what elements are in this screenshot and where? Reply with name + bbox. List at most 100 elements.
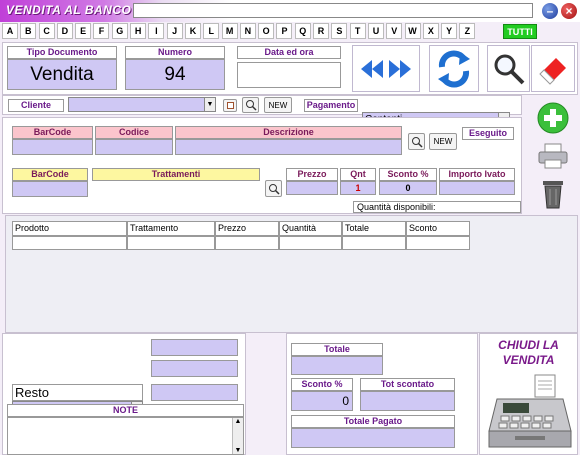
qnt-field[interactable]: 1 — [340, 181, 376, 195]
column-header: Prezzo — [215, 221, 279, 236]
product-new-button[interactable]: NEW — [429, 133, 457, 150]
data-ora-field[interactable] — [237, 62, 341, 88]
data-ora-label: Data ed ora — [237, 46, 341, 59]
qnt-label: Qnt — [340, 168, 376, 181]
letter-filter-m[interactable]: M — [221, 23, 238, 39]
letter-filter-z[interactable]: Z — [459, 23, 476, 39]
codice-field[interactable] — [95, 139, 173, 155]
trash-icon — [543, 181, 563, 209]
letter-filter-g[interactable]: G — [111, 23, 128, 39]
letter-filter-n[interactable]: N — [239, 23, 256, 39]
letter-filter-k[interactable]: K — [184, 23, 201, 39]
letter-filter-j[interactable]: J — [166, 23, 183, 39]
letter-filter-a[interactable]: A — [2, 23, 18, 39]
printer-icon — [538, 143, 568, 169]
numero-value: 94 — [125, 59, 225, 90]
letter-filter-u[interactable]: U — [367, 23, 384, 39]
table-row[interactable] — [12, 236, 472, 250]
payment-amount-1[interactable] — [151, 339, 238, 356]
table-cell[interactable] — [215, 236, 279, 250]
letter-filter-i[interactable]: I — [148, 23, 165, 39]
letter-filter-x[interactable]: X — [422, 23, 439, 39]
letter-filter-c[interactable]: C — [38, 23, 55, 39]
letter-filter-v[interactable]: V — [386, 23, 403, 39]
numero-label: Numero — [125, 46, 225, 59]
cliente-find-button[interactable] — [242, 97, 259, 113]
refresh-icon — [438, 50, 470, 87]
pagamento-label: Pagamento — [304, 99, 358, 112]
importo-ivato-field[interactable] — [439, 181, 515, 195]
note-textarea[interactable]: ▲ ▼ — [7, 417, 244, 455]
cliente-label: Cliente — [8, 99, 64, 112]
window-title: VENDITA AL BANCO — [6, 3, 132, 17]
search-button[interactable] — [487, 45, 530, 92]
codice-label: Codice — [95, 126, 173, 139]
descrizione-label: Descrizione — [175, 126, 402, 139]
sconto-field[interactable]: 0 — [379, 181, 437, 195]
descrizione-field[interactable] — [175, 139, 402, 155]
payment-amount-2[interactable] — [151, 360, 238, 377]
barcode-field[interactable] — [12, 139, 93, 155]
column-header: Prodotto — [12, 221, 127, 236]
delete-button[interactable] — [533, 175, 573, 211]
add-icon — [537, 102, 569, 134]
cliente-new-button[interactable]: NEW — [264, 97, 292, 113]
tot-scontato-label: Tot scontato — [360, 378, 455, 391]
letter-filter-t[interactable]: T — [349, 23, 366, 39]
treatment-barcode-label: BarCode — [12, 168, 88, 181]
prezzo-label: Prezzo — [286, 168, 338, 181]
letter-filter-e[interactable]: E — [75, 23, 92, 39]
square-icon — [226, 102, 234, 109]
sconto-percent-field[interactable]: 0 — [291, 391, 353, 411]
prezzo-field[interactable] — [286, 181, 338, 195]
letter-filter-y[interactable]: Y — [441, 23, 458, 39]
tutti-button[interactable]: TUTTI — [503, 24, 537, 39]
letter-filter-h[interactable]: H — [130, 23, 147, 39]
minimize-icon[interactable]: – — [542, 3, 558, 19]
letter-filter-l[interactable]: L — [203, 23, 220, 39]
letter-filter-f[interactable]: F — [93, 23, 110, 39]
title-text-field[interactable] — [133, 3, 533, 18]
rewind-icon[interactable] — [359, 57, 413, 81]
column-header: Sconto — [406, 221, 470, 236]
table-cell[interactable] — [342, 236, 406, 250]
items-table-header: Prodotto Trattamento Prezzo Quantità Totale S… — [12, 221, 472, 236]
cliente-select[interactable]: ▼ — [68, 97, 216, 112]
alphabet-filter: ABCDEFGHIJKLMNOPQRSTUVWXYZ — [2, 23, 478, 39]
letter-filter-b[interactable]: B — [20, 23, 37, 39]
note-scrollbar[interactable]: ▲ ▼ — [232, 418, 243, 454]
find-icon — [268, 183, 280, 195]
resto-field — [151, 384, 238, 401]
find-icon — [411, 136, 423, 148]
table-cell[interactable] — [279, 236, 342, 250]
letter-filter-q[interactable]: Q — [294, 23, 311, 39]
sconto-label: Sconto % — [379, 168, 437, 181]
trattamenti-label: Trattamenti — [92, 168, 260, 181]
letter-filter-w[interactable]: W — [404, 23, 421, 39]
letter-filter-o[interactable]: O — [258, 23, 275, 39]
letter-filter-s[interactable]: S — [331, 23, 348, 39]
print-button[interactable] — [533, 141, 573, 171]
table-cell[interactable] — [406, 236, 470, 250]
letter-filter-d[interactable]: D — [56, 23, 73, 39]
product-find-button[interactable] — [408, 133, 425, 150]
refresh-button[interactable] — [429, 45, 479, 92]
trattamenti-find-button[interactable] — [265, 180, 282, 197]
search-icon — [494, 54, 524, 84]
letter-filter-p[interactable]: P — [276, 23, 293, 39]
barcode-label: BarCode — [12, 126, 93, 139]
treatment-barcode-field[interactable] — [12, 181, 88, 197]
table-cell[interactable] — [12, 236, 127, 250]
add-button[interactable] — [533, 100, 573, 136]
close-icon[interactable]: × — [561, 3, 577, 19]
eraser-button[interactable] — [531, 45, 575, 92]
table-cell[interactable] — [127, 236, 215, 250]
letter-filter-r[interactable]: R — [313, 23, 330, 39]
find-icon — [245, 100, 257, 111]
totale-field — [291, 356, 383, 375]
totale-label: Totale — [291, 343, 383, 356]
cliente-clear-button[interactable] — [223, 99, 237, 112]
chiudi-vendita-label: CHIUDI LA VENDITA — [498, 338, 559, 367]
tot-scontato-field — [360, 391, 455, 411]
quantita-disponibili: Quantità disponibili: — [353, 201, 521, 213]
